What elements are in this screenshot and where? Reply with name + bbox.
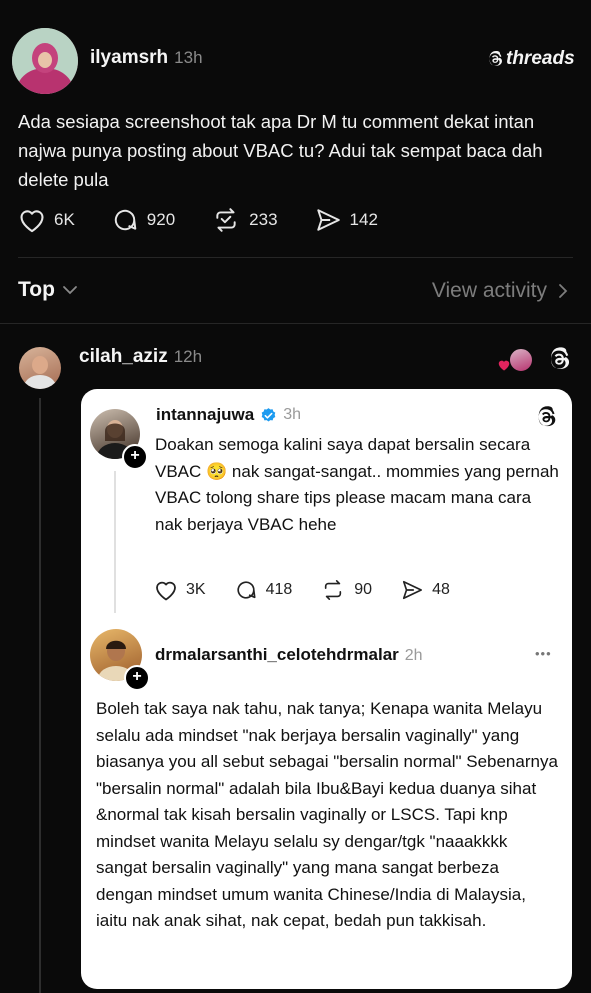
divider xyxy=(0,323,591,324)
chevron-right-icon xyxy=(559,284,568,298)
post-text: Ada sesiapa screenshoot tak apa Dr M tu … xyxy=(18,111,543,190)
heart-icon xyxy=(20,210,44,233)
sort-dropdown[interactable]: Top xyxy=(18,278,79,302)
quoted-reply: 418 xyxy=(234,579,293,601)
heart-icon xyxy=(156,581,176,601)
quoted-share-count: 48 xyxy=(432,581,450,598)
quoted-repost-count: 90 xyxy=(354,581,373,598)
sort-label: Top xyxy=(18,278,55,301)
repost-count: 233 xyxy=(249,210,278,229)
quoted-time-1: 3h xyxy=(283,406,302,423)
threads-icon xyxy=(538,406,556,427)
avatar[interactable] xyxy=(12,28,78,94)
quoted-like-count: 3K xyxy=(186,581,206,598)
quoted-username-2: drmalarsanthi_celotehdrmalar xyxy=(155,645,399,664)
post-author[interactable]: ilyamsrh 13h xyxy=(90,47,203,69)
divider xyxy=(18,257,573,258)
share-count: 142 xyxy=(349,210,378,229)
view-activity-link[interactable]: View activity xyxy=(432,279,571,303)
liker-avatar xyxy=(509,348,533,372)
reply-button[interactable]: 920 xyxy=(111,207,175,233)
comment-icon xyxy=(114,209,137,231)
threads-icon xyxy=(489,50,502,66)
quoted-repost: 90 xyxy=(320,579,372,601)
quoted-actions-1: 3K 418 90 48 xyxy=(154,579,486,601)
chevron-down-icon xyxy=(63,286,77,295)
like-button[interactable]: 6K xyxy=(18,207,75,233)
brand-label: threads xyxy=(506,48,575,69)
post-actions: 6K 920 233 142 xyxy=(18,207,414,233)
liked-by-indicator xyxy=(497,346,535,374)
quoted-reply-count: 418 xyxy=(265,581,293,598)
quoted-thread-line xyxy=(114,471,116,613)
post-time: 13h xyxy=(174,48,203,67)
follow-plus-icon: + xyxy=(124,665,150,691)
follow-plus-icon: + xyxy=(122,444,148,470)
quoted-like: 3K xyxy=(154,579,206,601)
quoted-text-2: Boleh tak saya nak tahu, nak tanya; Kena… xyxy=(96,699,558,930)
repost-icon xyxy=(325,580,342,600)
repost-button[interactable]: 233 xyxy=(211,207,278,233)
quoted-time-2: 2h xyxy=(404,647,423,664)
send-icon xyxy=(316,209,340,231)
quoted-username-1: intannajuwa xyxy=(156,405,255,424)
quoted-author-2: drmalarsanthi_celotehdrmalar 2h xyxy=(155,645,423,665)
reply-count: 920 xyxy=(146,210,176,229)
send-icon xyxy=(403,580,423,600)
reply-username[interactable]: cilah_aziz xyxy=(79,346,168,367)
quoted-author-1: intannajuwa 3h xyxy=(156,405,301,425)
reply-author[interactable]: cilah_aziz 12h xyxy=(79,346,202,368)
view-activity-label: View activity xyxy=(431,279,547,302)
share-button[interactable]: 142 xyxy=(314,207,378,233)
quoted-share: 48 xyxy=(400,579,450,601)
repost-icon xyxy=(216,208,236,232)
comment-icon xyxy=(237,581,256,599)
threads-icon[interactable] xyxy=(546,346,572,372)
verified-badge-icon xyxy=(261,407,276,422)
quoted-text-1: Doakan semoga kalini saya dapat bersalin… xyxy=(155,435,559,534)
like-count: 6K xyxy=(54,210,75,229)
thread-line xyxy=(39,398,41,993)
quoted-screenshot[interactable]: + intannajuwa 3h Doakan semoga kalini sa… xyxy=(81,389,572,989)
more-options-icon: ••• xyxy=(535,646,552,661)
threads-logo: threads xyxy=(486,48,575,70)
post-username[interactable]: ilyamsrh xyxy=(90,47,168,68)
reply-avatar[interactable] xyxy=(19,347,61,389)
reply-time: 12h xyxy=(173,347,203,366)
